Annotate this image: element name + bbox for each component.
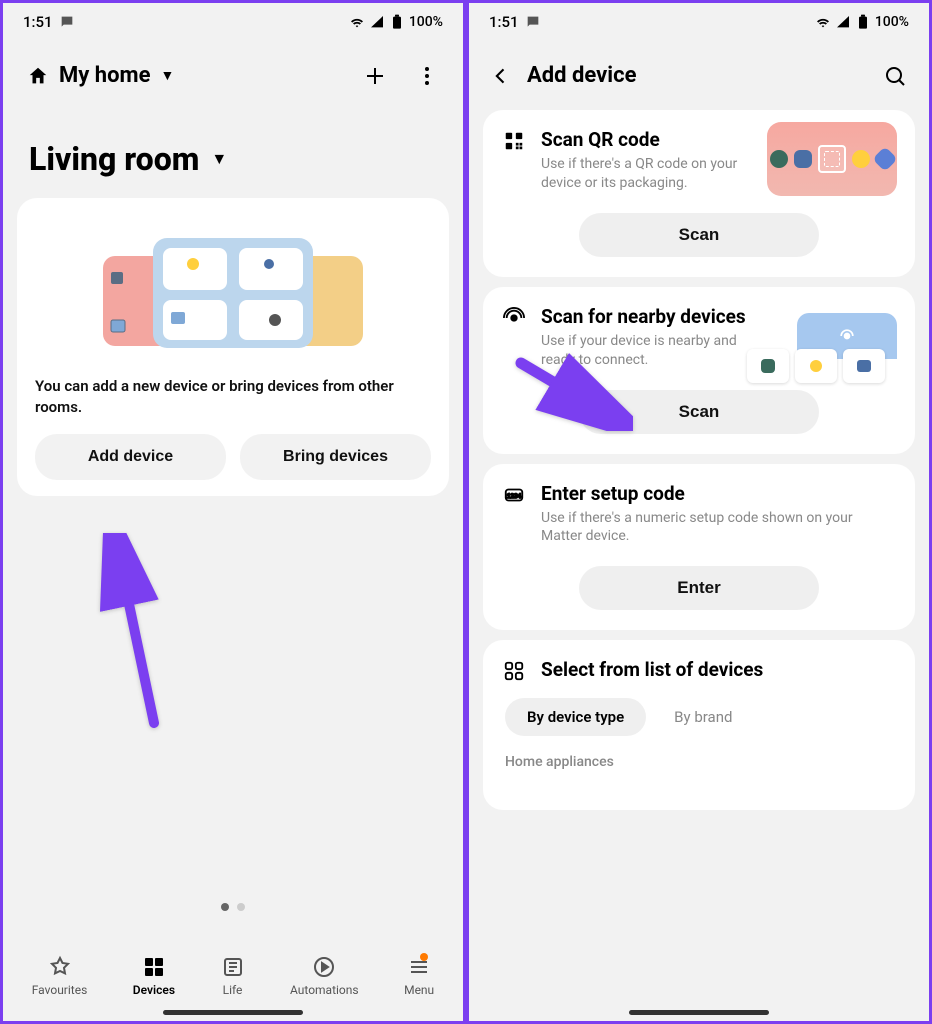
wifi-icon: [815, 14, 831, 30]
rooms-illustration: [35, 220, 431, 360]
status-bar: 1:51 100%: [469, 3, 929, 37]
wifi-icon: [349, 14, 365, 30]
screen-home: 1:51 100% My home ▼ Living room ▼: [0, 0, 466, 1024]
life-icon: [221, 955, 245, 979]
section-qr: Scan QR code Use if there's a QR code on…: [483, 110, 915, 277]
home-indicator[interactable]: [163, 1010, 303, 1015]
screen-add-device: 1:51 100% Add device Scan QR code Use if…: [466, 0, 932, 1024]
nav-menu[interactable]: Menu: [404, 955, 434, 997]
chevron-down-icon: ▼: [211, 149, 227, 169]
battery-pct: 100%: [875, 14, 909, 30]
star-icon: [48, 955, 72, 979]
nav-life[interactable]: Life: [221, 955, 245, 997]
qr-scan-button[interactable]: Scan: [579, 213, 819, 257]
add-device-button[interactable]: Add device: [35, 434, 226, 480]
svg-text:1234: 1234: [507, 492, 522, 499]
status-time: 1:51: [23, 13, 53, 31]
nearby-scan-button[interactable]: Scan: [579, 390, 819, 434]
nav-automations[interactable]: Automations: [290, 955, 359, 997]
battery-icon: [389, 14, 405, 30]
empty-hint: You can add a new device or bring device…: [35, 376, 431, 418]
battery-pct: 100%: [409, 14, 443, 30]
chevron-down-icon: ▼: [160, 67, 174, 84]
code-desc: Use if there's a numeric setup code show…: [541, 509, 897, 547]
home-icon: [27, 65, 49, 87]
home-selector[interactable]: My home ▼: [27, 63, 174, 88]
enter-code-button[interactable]: Enter: [579, 566, 819, 610]
search-icon[interactable]: [883, 64, 907, 88]
play-circle-icon: [312, 955, 336, 979]
filter-by-type[interactable]: By device type: [505, 698, 646, 736]
empty-room-card: You can add a new device or bring device…: [17, 198, 449, 496]
top-bar: My home ▼: [3, 37, 463, 106]
add-icon[interactable]: [363, 64, 387, 88]
page-title: Add device: [527, 63, 636, 88]
notification-icon: [59, 14, 75, 30]
list-title: Select from list of devices: [541, 658, 763, 681]
devices-icon: [142, 955, 166, 979]
room-name: Living room: [29, 140, 199, 178]
annotation-arrow: [99, 533, 179, 737]
nav-devices[interactable]: Devices: [133, 955, 175, 997]
back-icon[interactable]: [491, 66, 511, 86]
bring-devices-button[interactable]: Bring devices: [240, 434, 431, 480]
code-icon: 1234: [501, 482, 527, 506]
qr-icon: [501, 128, 527, 152]
more-icon[interactable]: [415, 64, 439, 88]
page-dots: [3, 903, 463, 911]
qr-title: Scan QR code: [541, 128, 751, 151]
top-bar: Add device: [469, 37, 929, 100]
category-label: Home appliances: [505, 754, 893, 770]
home-indicator[interactable]: [629, 1010, 769, 1015]
status-bar: 1:51 100%: [3, 3, 463, 37]
nearby-desc: Use if your device is nearby and ready t…: [541, 332, 751, 370]
notification-icon: [525, 14, 541, 30]
signal-icon: [369, 14, 385, 30]
home-label: My home: [59, 63, 150, 88]
qr-thumb: [767, 122, 897, 196]
qr-desc: Use if there's a QR code on your device …: [541, 155, 751, 193]
battery-icon: [855, 14, 871, 30]
room-selector[interactable]: Living room ▼: [3, 106, 463, 198]
code-title: Enter setup code: [541, 482, 897, 505]
radar-icon: [501, 305, 527, 329]
signal-icon: [835, 14, 851, 30]
status-time: 1:51: [489, 13, 519, 31]
section-list: Select from list of devices By device ty…: [483, 640, 915, 810]
section-code: 1234 Enter setup code Use if there's a n…: [483, 464, 915, 631]
filter-by-brand[interactable]: By brand: [666, 698, 740, 736]
nearby-thumb: [747, 313, 897, 383]
section-nearby: Scan for nearby devices Use if your devi…: [483, 287, 915, 454]
nav-favourites[interactable]: Favourites: [32, 955, 88, 997]
nearby-title: Scan for nearby devices: [541, 305, 751, 328]
grid-icon: [501, 658, 527, 682]
